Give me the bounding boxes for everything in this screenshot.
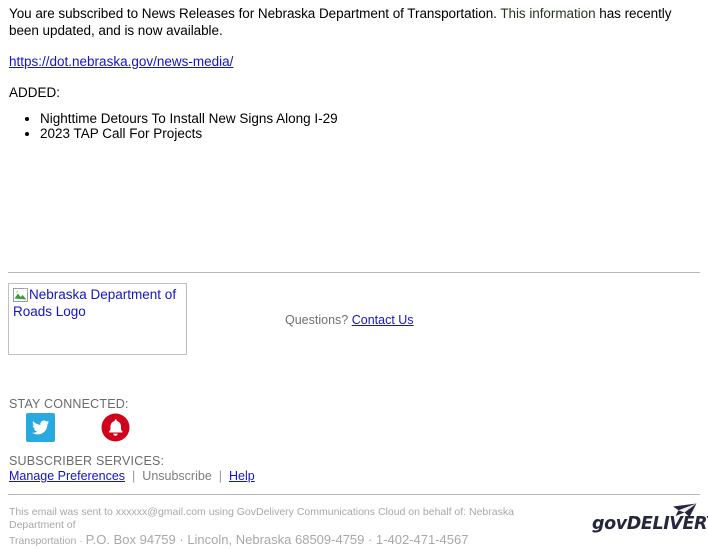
- questions-prompt: Questions?: [285, 313, 349, 327]
- divider-above-footer-text: [8, 494, 700, 495]
- list-item: 2023 TAP Call For Projects: [40, 126, 699, 141]
- added-label: ADDED:: [9, 85, 61, 100]
- news-media-link[interactable]: https://dot.nebraska.gov/news-media/: [9, 54, 233, 69]
- manage-preferences-link[interactable]: Manage Preferences: [9, 469, 125, 483]
- list-item: Nighttime Detours To Install New Signs A…: [40, 111, 699, 126]
- logo-alt-text: Nebraska Department of Roads Logo: [13, 287, 177, 319]
- footer-line-2-address: P.O. Box 94759 · Lincoln, Nebraska 68509…: [85, 532, 469, 547]
- footer-line-1: This email was sent to xxxxxx@gmail.com …: [9, 506, 514, 531]
- govdelivery-logo: govDELIVERY: [592, 503, 708, 537]
- logo-alt-text-wrap: Nebraska Department of Roads Logo: [13, 286, 185, 320]
- footer-line-2: Transportation · P.O. Box 94759 · Lincol…: [9, 532, 569, 549]
- bell-icon[interactable]: [101, 413, 130, 442]
- link-separator: |: [218, 469, 223, 483]
- logo-image-placeholder: Nebraska Department of Roads Logo: [8, 283, 187, 355]
- stay-connected-label: STAY CONNECTED:: [9, 397, 129, 411]
- news-media-link-line: https://dot.nebraska.gov/news-media/: [9, 39, 699, 70]
- contact-us-link[interactable]: Contact Us: [352, 313, 414, 327]
- intro-paragraph: You are subscribed to News Releases for …: [9, 5, 699, 39]
- questions-block: Questions? Contact Us: [285, 313, 414, 328]
- intro-highlight: This information: [500, 6, 596, 21]
- broken-image-icon: [13, 288, 28, 302]
- subscriber-services-label: SUBSCRIBER SERVICES:: [9, 454, 165, 468]
- added-items-list: Nighttime Detours To Install New Signs A…: [9, 101, 699, 141]
- help-link[interactable]: Help: [229, 469, 255, 483]
- link-separator: |: [132, 469, 136, 483]
- govdelivery-wordmark: govDELIVERY: [592, 514, 708, 534]
- subscriber-services-links: Manage Preferences | Unsubscribe | Help: [9, 469, 255, 484]
- footer-disclaimer: This email was sent to xxxxxx@gmail.com …: [9, 506, 569, 549]
- divider-above-footer-branding: [8, 272, 700, 273]
- email-body: You are subscribed to News Releases for …: [9, 5, 699, 141]
- footer-line-2-org: Transportation ·: [9, 535, 86, 547]
- intro-text-before: You are subscribed to News Releases for …: [9, 6, 501, 21]
- unsubscribe-label[interactable]: Unsubscribe: [142, 469, 211, 483]
- twitter-icon[interactable]: [26, 413, 55, 442]
